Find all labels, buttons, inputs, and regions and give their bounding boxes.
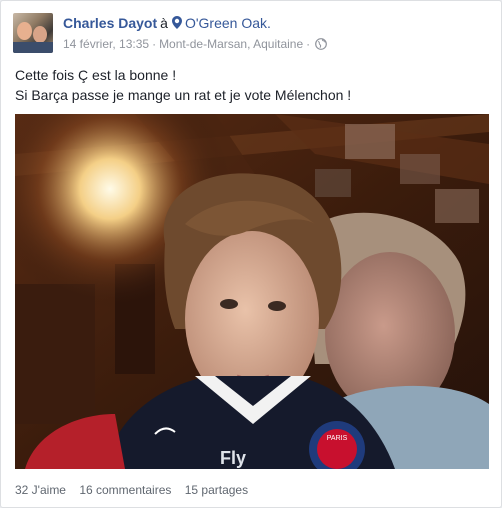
meta-separator-2: · [306, 37, 311, 51]
post-photo[interactable]: PARIS Fly [15, 114, 489, 469]
avatar-face-right [33, 26, 47, 43]
avatar-face-left [17, 22, 32, 40]
at-text: à [160, 15, 168, 31]
facebook-post: Charles Dayot à O'Green Oak. 14 février, 1… [0, 0, 502, 508]
place-link[interactable]: O'Green Oak. [185, 15, 271, 31]
likes-count-link[interactable]: 32 J'aime [15, 483, 66, 497]
post-title-line: Charles Dayot à O'Green Oak. [63, 15, 271, 31]
post-stats: 32 J'aime 16 commentaires 15 partages [15, 483, 258, 497]
post-text-line-2: Si Barça passe je mange un rat et je vot… [15, 87, 352, 103]
author-name-link[interactable]: Charles Dayot [63, 15, 157, 31]
post-header: Charles Dayot à O'Green Oak. 14 février, 1… [13, 13, 483, 55]
comments-count-link[interactable]: 16 commentaires [79, 483, 171, 497]
photo-illustration: PARIS Fly [15, 114, 489, 469]
post-text: Cette fois Ç est la bonne ! Si Barça pas… [15, 65, 351, 105]
post-location-link[interactable]: Mont-de-Marsan, Aquitaine [159, 37, 303, 51]
globe-icon[interactable] [315, 38, 328, 50]
avatar-shirt [13, 42, 53, 53]
jersey-sponsor-text: Fly [220, 448, 246, 468]
jersey-crest-text: PARIS [327, 435, 348, 442]
shares-count-link[interactable]: 15 partages [185, 483, 248, 497]
avatar[interactable] [13, 13, 53, 53]
post-meta-line: 14 février, 13:35 · Mont-de-Marsan, Aquita… [63, 37, 328, 51]
meta-separator: · [152, 37, 157, 51]
location-pin-icon [171, 16, 182, 29]
post-date-link[interactable]: 14 février, 13:35 [63, 37, 149, 51]
post-text-line-1: Cette fois Ç est la bonne ! [15, 67, 177, 83]
